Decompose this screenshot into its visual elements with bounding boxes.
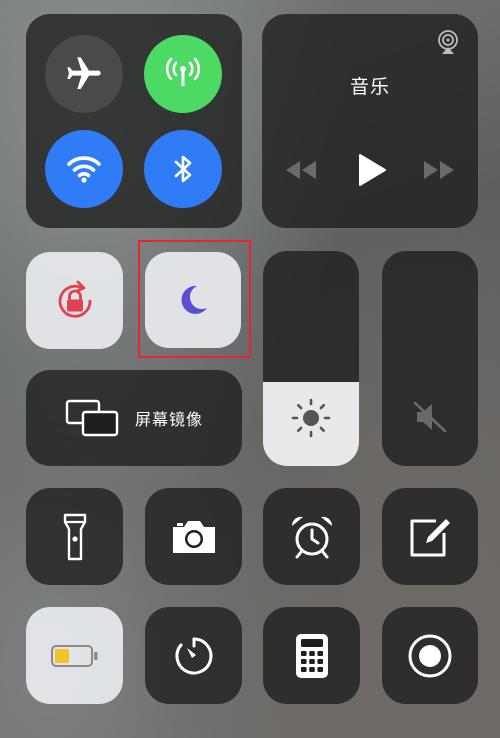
screen-mirroring-button[interactable]: 屏幕镜像 — [26, 370, 242, 466]
brightness-icon — [291, 398, 331, 438]
notes-compose-icon — [410, 518, 450, 556]
calculator-button[interactable] — [263, 607, 360, 704]
rotation-lock-button[interactable] — [26, 252, 123, 349]
timer-icon — [175, 637, 212, 674]
cellular-data-button[interactable] — [144, 35, 222, 113]
previous-track-icon[interactable] — [284, 159, 318, 181]
low-power-mode-button[interactable] — [26, 607, 123, 704]
calculator-icon — [295, 633, 328, 678]
volume-slider[interactable] — [382, 251, 478, 466]
music-panel[interactable]: 音乐 — [262, 14, 478, 228]
selection-highlight — [138, 240, 251, 358]
music-title: 音乐 — [349, 76, 390, 98]
flashlight-button[interactable] — [26, 488, 123, 585]
bluetooth-icon — [174, 155, 192, 183]
speaker-muted-icon — [413, 401, 447, 433]
timer-button[interactable] — [145, 607, 242, 704]
wifi-icon — [67, 156, 101, 183]
screen-recording-button[interactable] — [382, 607, 478, 704]
flashlight-icon — [63, 513, 86, 560]
brightness-slider[interactable] — [263, 251, 359, 466]
camera-button[interactable] — [145, 488, 242, 585]
cellular-antenna-icon — [165, 57, 201, 86]
wifi-button[interactable] — [45, 130, 123, 208]
airplay-icon[interactable] — [434, 28, 462, 56]
screen-mirroring-label: 屏幕镜像 — [134, 410, 203, 429]
play-icon[interactable] — [357, 153, 387, 187]
screen-mirroring-icon — [65, 399, 119, 437]
next-track-icon[interactable] — [422, 159, 456, 181]
rotation-lock-icon — [58, 280, 91, 318]
clock-button[interactable] — [263, 488, 360, 585]
record-icon — [408, 634, 452, 677]
alarm-clock-icon — [291, 516, 332, 558]
airplane-mode-button[interactable] — [45, 35, 123, 113]
airplane-icon — [67, 57, 101, 89]
notes-button[interactable] — [382, 488, 478, 585]
bluetooth-button[interactable] — [144, 130, 222, 208]
battery-icon — [50, 644, 97, 667]
camera-icon — [172, 520, 215, 553]
